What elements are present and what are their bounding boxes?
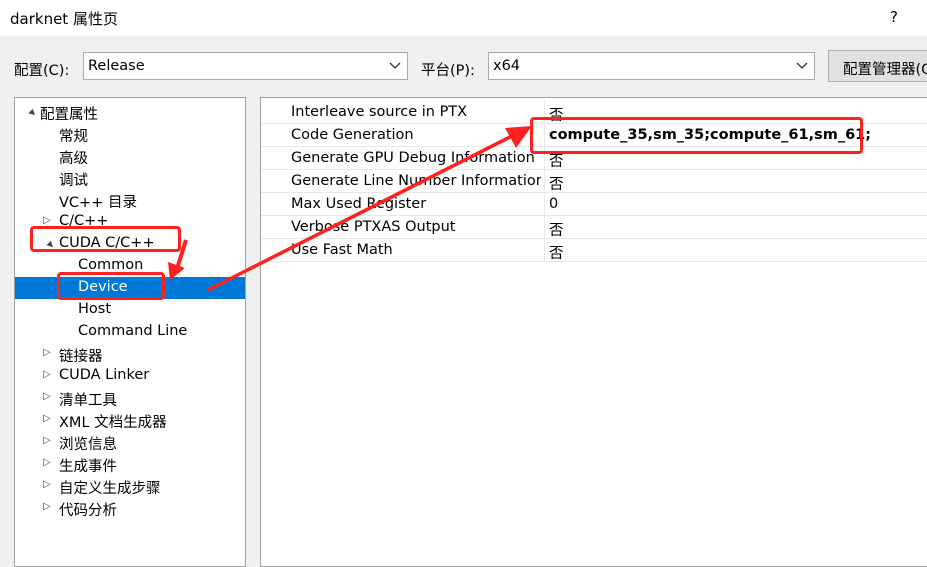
tree-node-label: 浏览信息 <box>59 437 117 453</box>
tree-node-label: Command Line <box>78 323 188 339</box>
tree-node[interactable]: ▷ 代码分析 <box>15 497 245 519</box>
property-name: Generate GPU Debug Information <box>291 150 535 166</box>
chevron-down-icon <box>389 62 401 69</box>
collapsed-arrow-icon[interactable]: ▷ <box>43 391 53 405</box>
property-name: Code Generation <box>291 127 414 143</box>
property-row[interactable]: Use Fast Math 否 <box>261 239 927 262</box>
tree-node-label: CUDA Linker <box>59 367 150 383</box>
collapsed-arrow-icon[interactable]: ▷ <box>43 215 53 229</box>
tree-node[interactable]: ▷ 链接器 <box>15 343 245 365</box>
configuration-manager-button[interactable]: 配置管理器(O)... <box>828 50 927 82</box>
property-row[interactable]: Generate GPU Debug Information 否 <box>261 147 927 170</box>
window-title: darknet 属性页 <box>10 10 118 28</box>
column-divider <box>544 239 545 262</box>
tree-node-label: Device <box>78 279 128 295</box>
property-name: Verbose PTXAS Output <box>291 219 456 235</box>
property-row[interactable]: Generate Line Number Information 否 <box>261 170 927 193</box>
platform-label: 平台(P): <box>421 63 475 79</box>
tree-node[interactable]: ▷ XML 文档生成器 <box>15 409 245 431</box>
tree-node[interactable]: 调试 <box>15 167 245 189</box>
column-divider <box>544 124 545 147</box>
tree-node[interactable]: ▲ CUDA C/C++ <box>15 233 245 255</box>
tree-node[interactable]: ▲ 配置属性 <box>15 101 245 123</box>
tree-node-label: 代码分析 <box>59 503 117 519</box>
tree-node-label: 配置属性 <box>40 107 98 123</box>
tree-node[interactable]: 高级 <box>15 145 245 167</box>
tree-node[interactable]: VC++ 目录 <box>15 189 245 211</box>
config-dropdown[interactable]: Release <box>83 52 408 80</box>
property-row[interactable]: Max Used Register 0 <box>261 193 927 216</box>
property-value[interactable]: 0 <box>549 196 558 212</box>
tree-node-label: XML 文档生成器 <box>59 415 167 431</box>
configuration-manager-label: 配置管理器(O)... <box>843 62 927 78</box>
tree-node[interactable]: ▷ 清单工具 <box>15 387 245 409</box>
config-value: Release <box>88 58 145 74</box>
property-tree[interactable]: ▲ 配置属性 常规 高级 调试 VC++ 目录 ▷ C/C++ ▲ CUDA C/C++ Commo… <box>14 97 246 567</box>
collapsed-arrow-icon[interactable]: ▷ <box>43 369 53 383</box>
tree-node[interactable]: ▷ CUDA Linker <box>15 365 245 387</box>
column-divider <box>544 101 545 124</box>
expanded-arrow-icon[interactable]: ▲ <box>40 237 57 254</box>
config-label: 配置(C): <box>14 63 70 79</box>
tree-node[interactable]: Command Line <box>15 321 245 343</box>
property-value[interactable]: 否 <box>549 242 564 263</box>
collapsed-arrow-icon[interactable]: ▷ <box>43 457 53 471</box>
column-divider <box>544 193 545 216</box>
tree-node-label: 调试 <box>59 173 88 189</box>
tree-node-label: C/C++ <box>59 213 109 229</box>
tree-node[interactable]: ▷ C/C++ <box>15 211 245 233</box>
tree-node[interactable]: Host <box>15 299 245 321</box>
column-divider <box>544 216 545 239</box>
column-divider <box>544 170 545 193</box>
property-value[interactable]: 否 <box>549 150 564 171</box>
collapsed-arrow-icon[interactable]: ▷ <box>43 413 53 427</box>
column-divider <box>544 147 545 170</box>
property-row[interactable]: Code Generation compute_35,sm_35;compute_… <box>261 124 927 147</box>
tree-node-label: CUDA C/C++ <box>59 235 155 251</box>
tree-node[interactable]: 常规 <box>15 123 245 145</box>
tree-node[interactable]: Device <box>15 277 245 299</box>
property-grid[interactable]: Interleave source in PTX 否 Code Generation… <box>260 97 927 567</box>
property-value[interactable]: 否 <box>549 219 564 240</box>
property-name: Max Used Register <box>291 196 427 212</box>
property-value[interactable]: compute_35,sm_35;compute_61,sm_61; <box>549 127 871 143</box>
tree-node[interactable]: ▷ 生成事件 <box>15 453 245 475</box>
tree-node-label: 高级 <box>59 151 88 167</box>
expanded-arrow-icon[interactable]: ▲ <box>22 105 39 122</box>
property-value[interactable]: 否 <box>549 173 564 194</box>
collapsed-arrow-icon[interactable]: ▷ <box>43 435 53 449</box>
title-bar: darknet 属性页 ? <box>0 0 927 36</box>
property-name: Interleave source in PTX <box>291 104 468 120</box>
tree-node-label: Host <box>78 301 112 317</box>
collapsed-arrow-icon[interactable]: ▷ <box>43 347 53 361</box>
tree-node-label: 生成事件 <box>59 459 117 475</box>
tree-node-label: VC++ 目录 <box>59 195 137 211</box>
tree-node[interactable]: ▷ 自定义生成步骤 <box>15 475 245 497</box>
property-row[interactable]: Interleave source in PTX 否 <box>261 101 927 124</box>
platform-value: x64 <box>493 58 521 74</box>
tree-node-label: 常规 <box>59 129 88 145</box>
property-value[interactable]: 否 <box>549 104 564 125</box>
property-row[interactable]: Verbose PTXAS Output 否 <box>261 216 927 239</box>
tree-node[interactable]: ▷ 浏览信息 <box>15 431 245 453</box>
tree-node[interactable]: Common <box>15 255 245 277</box>
tree-node-label: 自定义生成步骤 <box>59 481 161 497</box>
tree-node-label: 清单工具 <box>59 393 117 409</box>
collapsed-arrow-icon[interactable]: ▷ <box>43 501 53 515</box>
platform-dropdown[interactable]: x64 <box>488 52 815 80</box>
chevron-down-icon <box>796 62 808 69</box>
property-name: Generate Line Number Information <box>291 173 541 189</box>
collapsed-arrow-icon[interactable]: ▷ <box>43 479 53 493</box>
help-button[interactable]: ? <box>890 8 898 26</box>
tree-node-label: 链接器 <box>59 349 103 365</box>
tree-node-label: Common <box>78 257 144 273</box>
property-name: Use Fast Math <box>291 242 393 258</box>
